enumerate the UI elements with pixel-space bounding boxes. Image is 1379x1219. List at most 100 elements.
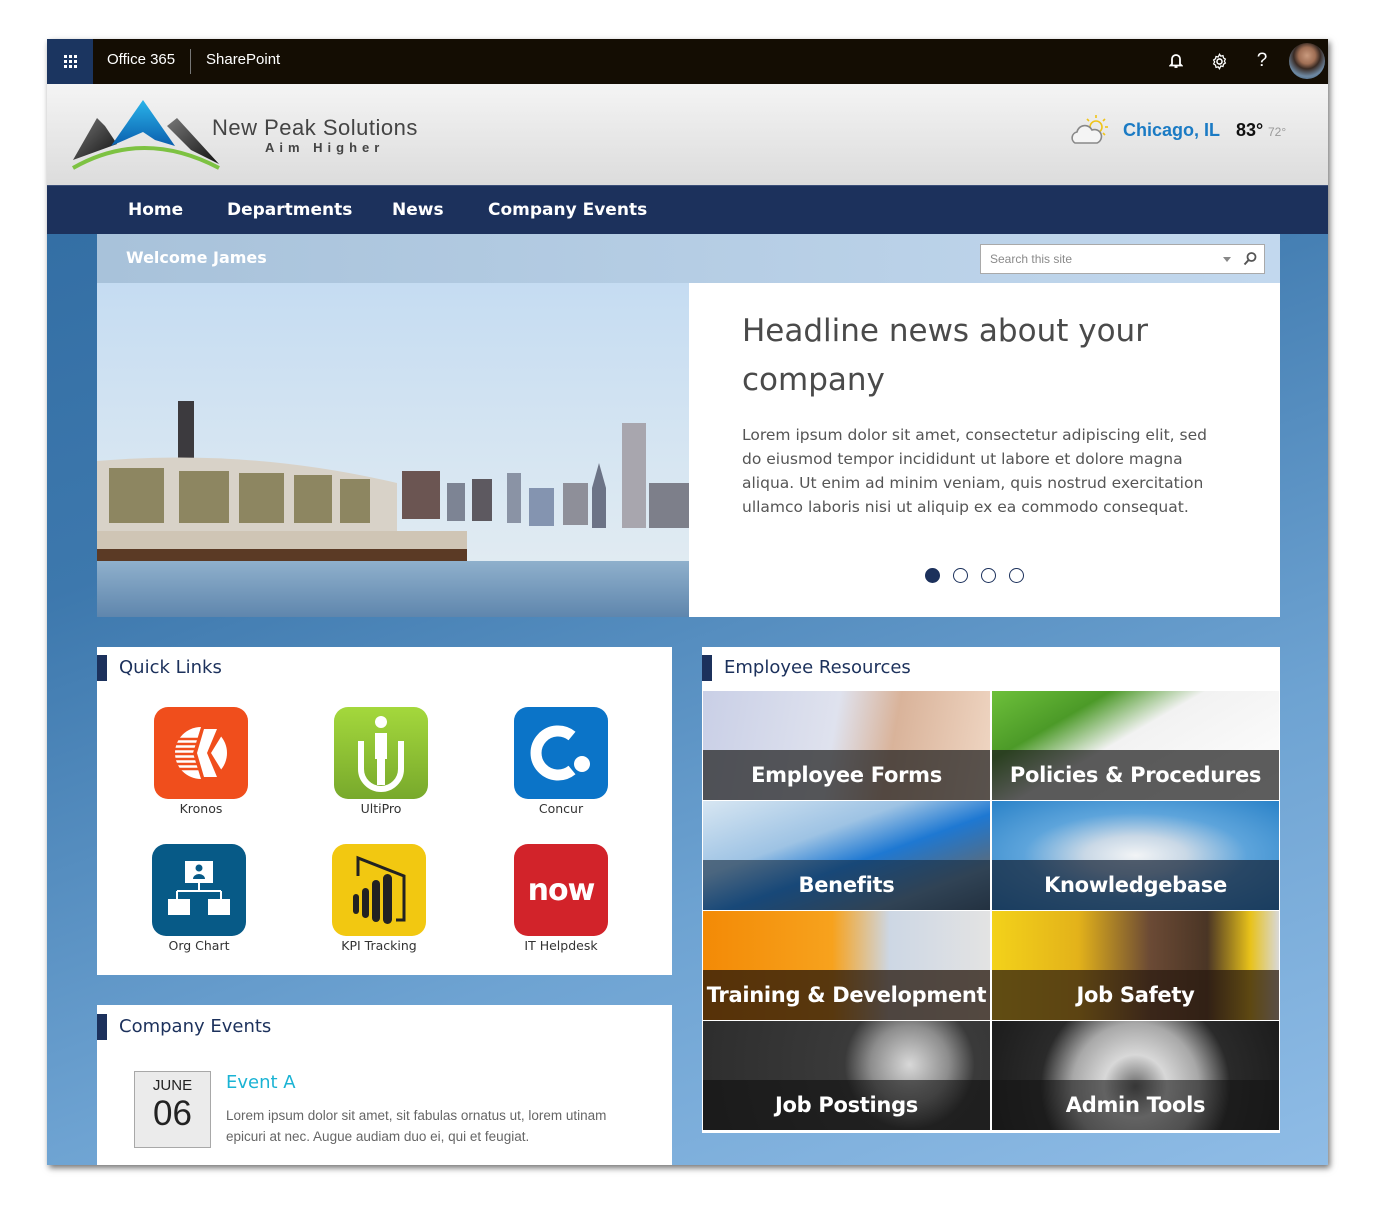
notifications-button[interactable] xyxy=(1165,50,1187,72)
hero-news-panel: Headline news about your company Lorem i… xyxy=(689,283,1280,617)
tile-label: Benefits xyxy=(798,873,895,897)
quick-link-label: Concur xyxy=(538,801,584,816)
partly-cloudy-icon xyxy=(1071,115,1108,144)
event-description: Lorem ipsum dolor sit amet, sit fabulas … xyxy=(226,1108,607,1144)
weather-high-temp: 83° xyxy=(1236,120,1264,140)
settings-button[interactable] xyxy=(1208,50,1230,72)
search-input[interactable] xyxy=(981,245,1211,273)
quick-link-kronos[interactable]: Kronos xyxy=(141,707,261,816)
sharepoint-link[interactable]: SharePoint xyxy=(206,51,280,68)
tile-label: Policies & Procedures xyxy=(1009,763,1262,787)
quick-link-label: IT Helpdesk xyxy=(524,938,598,953)
tile-label: Job Postings xyxy=(774,1093,919,1117)
company-tagline: Aim Higher xyxy=(265,140,385,155)
hero-body-text: Lorem ipsum dolor sit amet, consectetur … xyxy=(742,426,1207,516)
weather-city[interactable]: Chicago, IL xyxy=(1123,120,1220,141)
nav-item-news[interactable]: News xyxy=(392,200,444,220)
resource-tile-benefits[interactable]: Benefits xyxy=(703,801,990,910)
event-day: 06 xyxy=(153,1094,192,1133)
resource-tile-policies-procedures[interactable]: Policies & Procedures xyxy=(992,691,1279,800)
resource-tile-training-development[interactable]: Training & Development xyxy=(703,911,990,1020)
help-icon: ? xyxy=(1256,50,1268,71)
resource-tile-employee-forms[interactable]: Employee Forms xyxy=(703,691,990,800)
office365-link[interactable]: Office 365 xyxy=(107,51,175,68)
suite-bar: Office 365 SharePoint ? xyxy=(47,39,1328,84)
carousel-indicators xyxy=(925,568,1024,583)
tile-label-band: Knowledgebase xyxy=(992,860,1279,910)
power-bi-icon xyxy=(332,844,426,936)
quick-link-label: Org Chart xyxy=(168,938,230,953)
quick-link-org-chart[interactable]: Org Chart xyxy=(139,844,259,953)
tile-label-band: Benefits xyxy=(703,860,990,910)
employee-resources-title: Employee Resources xyxy=(724,657,911,678)
tile-label-band: Training & Development xyxy=(703,970,990,1020)
tile-label-band: Admin Tools xyxy=(992,1080,1279,1130)
site-header: New Peak Solutions Aim Higher Chicago, I… xyxy=(47,84,1328,185)
event-date: JUNE 06 xyxy=(134,1071,211,1148)
company-events-title: Company Events xyxy=(119,1016,272,1037)
carousel-dot-4[interactable] xyxy=(1009,568,1024,583)
panel-accent-bar xyxy=(702,655,712,681)
servicenow-icon: now xyxy=(514,844,608,936)
resource-tile-knowledgebase[interactable]: Knowledgebase xyxy=(992,801,1279,910)
resource-tile-job-safety[interactable]: Job Safety xyxy=(992,911,1279,1020)
search-icon[interactable] xyxy=(1242,251,1258,267)
quick-links-panel: Quick Links Kronos UltiPro Concur Org Ch… xyxy=(97,647,672,975)
gear-icon xyxy=(1212,52,1226,70)
suite-divider xyxy=(190,49,191,74)
quick-link-concur[interactable]: Concur xyxy=(501,707,621,816)
company-name: New Peak Solutions xyxy=(212,115,418,140)
quick-link-it-helpdesk[interactable]: now IT Helpdesk xyxy=(501,844,621,953)
app-launcher-icon xyxy=(63,55,77,68)
event-title-link[interactable]: Event A xyxy=(226,1072,296,1093)
quick-link-label: UltiPro xyxy=(360,801,402,816)
hero-image[interactable] xyxy=(97,283,689,617)
tile-label: Training & Development xyxy=(706,983,987,1007)
employee-resources-grid: Employee Forms Policies & Procedures Ben… xyxy=(702,691,1280,1133)
org-chart-icon xyxy=(152,844,246,936)
mountain-logo-icon[interactable] xyxy=(71,98,221,173)
resource-tile-job-postings[interactable]: Job Postings xyxy=(703,1021,990,1130)
welcome-bar: Welcome James xyxy=(97,234,1280,283)
tile-label-band: Employee Forms xyxy=(703,750,990,800)
tile-label: Job Safety xyxy=(1076,983,1195,1007)
tile-label-band: Job Postings xyxy=(703,1080,990,1130)
tile-label: Admin Tools xyxy=(1065,1093,1206,1117)
tile-label-band: Policies & Procedures xyxy=(992,750,1279,800)
weather-low-temp: 72° xyxy=(1268,125,1287,139)
tile-label: Employee Forms xyxy=(751,763,942,787)
carousel-dot-3[interactable] xyxy=(981,568,996,583)
carousel-dot-2[interactable] xyxy=(953,568,968,583)
top-navigation: Home Departments News Company Events xyxy=(47,185,1328,234)
ultipro-icon xyxy=(334,707,428,799)
welcome-message: Welcome James xyxy=(126,248,267,267)
quick-link-label: KPI Tracking xyxy=(341,938,417,953)
kronos-icon xyxy=(154,707,248,799)
quick-links-title: Quick Links xyxy=(119,657,222,678)
nav-item-company-events[interactable]: Company Events xyxy=(488,200,647,220)
employee-resources-header: Employee Resources xyxy=(702,647,1280,693)
search-scope-dropdown-icon[interactable] xyxy=(1223,257,1231,262)
concur-icon xyxy=(514,707,608,799)
panel-accent-bar xyxy=(97,655,107,681)
app-launcher-button[interactable] xyxy=(47,39,93,84)
quick-link-ultipro[interactable]: UltiPro xyxy=(321,707,441,816)
resource-tile-admin-tools[interactable]: Admin Tools xyxy=(992,1021,1279,1130)
carousel-dot-1[interactable] xyxy=(925,568,940,583)
company-events-panel: Company Events JUNE 06 Event A Lorem ips… xyxy=(97,1005,672,1165)
quick-link-kpi-tracking[interactable]: KPI Tracking xyxy=(319,844,439,953)
panel-accent-bar xyxy=(97,1014,107,1040)
event-month: JUNE xyxy=(152,1077,193,1094)
nav-item-home[interactable]: Home xyxy=(128,200,183,220)
avatar[interactable] xyxy=(1289,43,1325,79)
sharepoint-page: Office 365 SharePoint ? New Peak Solutio… xyxy=(47,39,1328,1165)
hero-headline[interactable]: Headline news about your company xyxy=(742,307,1162,405)
bell-icon xyxy=(1169,54,1183,68)
tile-label-band: Job Safety xyxy=(992,970,1279,1020)
chicago-skyline-image xyxy=(97,283,689,617)
tile-label: Knowledgebase xyxy=(1044,873,1227,897)
quick-link-label: Kronos xyxy=(179,801,223,816)
help-button[interactable]: ? xyxy=(1251,50,1273,72)
servicenow-logo-text: now xyxy=(527,872,596,908)
nav-item-departments[interactable]: Departments xyxy=(227,200,352,220)
